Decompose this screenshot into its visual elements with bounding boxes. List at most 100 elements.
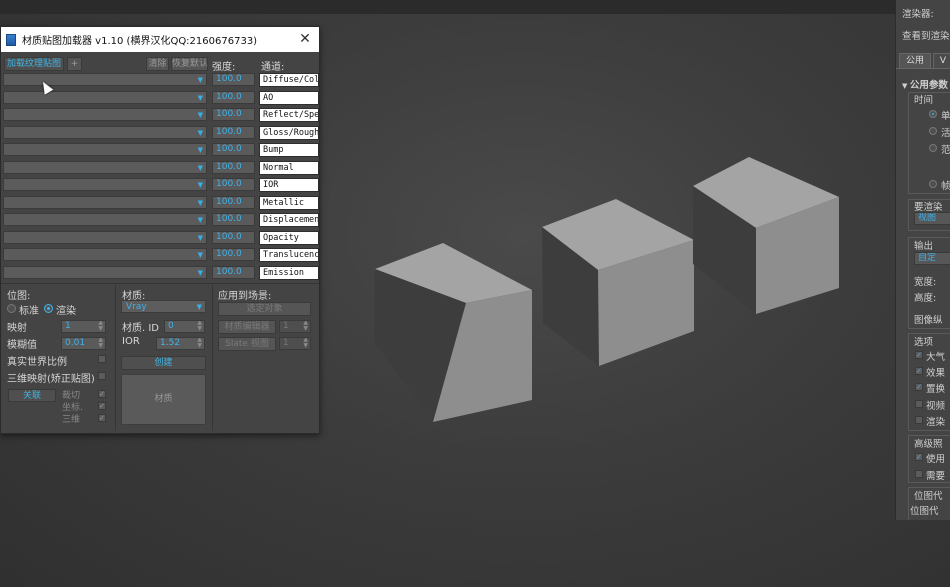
channel-name-field[interactable]: Reflect/Spe	[259, 108, 319, 122]
channel-name-field[interactable]: Bump	[259, 143, 319, 157]
radio-range[interactable]	[929, 144, 937, 152]
mapping-value: 1	[65, 321, 71, 331]
texture-dropdown[interactable]: ▼	[3, 143, 207, 156]
texture-dropdown[interactable]: ▼	[3, 126, 207, 139]
channel-name-field[interactable]: IOR	[259, 178, 319, 192]
strength-spinner[interactable]: 100.0	[212, 143, 255, 156]
channel-name-field[interactable]: Opacity	[259, 231, 319, 245]
compute-advanced-checkbox[interactable]	[915, 470, 923, 478]
radio-standard[interactable]	[7, 304, 16, 313]
material-type-dropdown[interactable]: Vray ▼	[121, 300, 206, 313]
aspect-label: 图像纵	[914, 315, 943, 326]
matid-spinner[interactable]: 0 ▲ ▼	[164, 320, 205, 333]
channel-name-field[interactable]: Diffuse/Col	[259, 73, 319, 87]
channel-name-field[interactable]: Translucenc	[259, 248, 319, 262]
cube-2[interactable]	[542, 199, 694, 366]
radio-single[interactable]	[929, 110, 937, 118]
dropdown-arrow-icon: ▼	[197, 164, 203, 172]
spinner-arrows-icon: ▲ ▼	[303, 337, 308, 349]
strength-spinner[interactable]: 100.0	[212, 196, 255, 209]
strength-spinner[interactable]: 100.0	[212, 126, 255, 139]
texture-dropdown[interactable]: ▼	[3, 213, 207, 226]
realworld-checkbox[interactable]	[98, 355, 106, 363]
channel-name-field[interactable]: Gloss/Rough	[259, 126, 319, 140]
link-button[interactable]: 关联	[8, 389, 56, 402]
channel-name-field[interactable]: Emission	[259, 266, 319, 280]
dialog-titlebar[interactable]: 材质贴图加载器 v1.10 (横界汉化QQ:2160676733) ✕	[1, 27, 319, 52]
crop-checkbox[interactable]: ✓	[98, 390, 106, 398]
tab-v[interactable]: V	[933, 53, 950, 68]
displacement-checkbox[interactable]: ✓	[915, 383, 923, 391]
texture-dropdown[interactable]: ▼	[3, 231, 207, 244]
strength-spinner[interactable]: 100.0	[212, 73, 255, 86]
rollout-common-params[interactable]: ▼ 公用参数	[902, 77, 948, 91]
clear-button[interactable]: 清除	[146, 57, 169, 71]
strength-spinner[interactable]: 100.0	[212, 266, 255, 279]
divider	[115, 285, 116, 431]
output-size-dropdown[interactable]: 自定	[914, 252, 950, 265]
texture-dropdown[interactable]: ▼	[3, 248, 207, 261]
radio-render[interactable]	[44, 304, 53, 313]
channel-name-field[interactable]: Metallic	[259, 196, 319, 210]
triplanar-checkbox[interactable]	[98, 372, 106, 380]
time-output-label: 时间	[914, 95, 934, 106]
material-editor-button[interactable]: 材质编辑器	[218, 320, 276, 334]
strength-spinner[interactable]: 100.0	[212, 178, 255, 191]
create-button[interactable]: 创建	[121, 356, 206, 370]
material-editor-slot-spinner[interactable]: 1 ▲ ▼	[279, 320, 311, 333]
selected-objects-button[interactable]: 选定对象	[218, 302, 311, 316]
strength-spinner[interactable]: 100.0	[212, 213, 255, 226]
add-button[interactable]: +	[67, 57, 82, 71]
dropdown-arrow-icon: ▼	[197, 129, 203, 137]
load-textures-button[interactable]: 加载纹理贴图	[4, 57, 64, 71]
channel-name-field[interactable]: AO	[259, 91, 319, 105]
use-advanced-checkbox[interactable]: ✓	[915, 453, 923, 461]
texture-dropdown[interactable]: ▼	[3, 108, 207, 121]
radio-active[interactable]	[929, 127, 937, 135]
strength-spinner[interactable]: 100.0	[212, 108, 255, 121]
atmospherics-checkbox[interactable]: ✓	[915, 351, 923, 359]
strength-spinner[interactable]: 100.0	[212, 91, 255, 104]
spinner-arrows-icon: ▲ ▼	[98, 320, 103, 332]
texture-dropdown[interactable]: ▼	[3, 178, 207, 191]
area-dropdown[interactable]: 视图	[914, 212, 950, 225]
dropdown-arrow-icon: ▼	[196, 303, 202, 311]
dropdown-arrow-icon: ▼	[197, 199, 203, 207]
cube-3[interactable]	[693, 157, 839, 314]
spinner-arrows-icon: ▲ ▼	[197, 337, 202, 349]
app-icon	[6, 33, 16, 46]
top-toolbar-strip	[0, 0, 950, 14]
strength-spinner[interactable]: 100.0	[212, 248, 255, 261]
strength-spinner[interactable]: 100.0	[212, 231, 255, 244]
texture-dropdown[interactable]: ▼	[3, 91, 207, 104]
tab-common[interactable]: 公用	[899, 53, 931, 68]
render-hidden-checkbox[interactable]	[915, 416, 923, 424]
texture-dropdown[interactable]: ▼	[3, 161, 207, 174]
viewport[interactable]	[320, 14, 895, 587]
mapping-spinner[interactable]: 1 ▲ ▼	[61, 320, 106, 333]
texture-dropdown[interactable]: ▼	[3, 196, 207, 209]
strength-spinner[interactable]: 100.0	[212, 161, 255, 174]
slate-view-button[interactable]: Slate 视图	[218, 337, 276, 351]
channel-name-field[interactable]: Displacemen	[259, 213, 319, 227]
render-setup-panel: 渲染器: 查看到渲染 公用 V ▼ 公用参数 时间 单 活 范 帧 要渲染 视图…	[895, 0, 950, 520]
height-label: 高度:	[914, 293, 937, 304]
ior-spinner[interactable]: 1.52 ▲ ▼	[156, 337, 205, 350]
matid-value: 0	[168, 321, 174, 331]
video-checkbox[interactable]	[915, 400, 923, 408]
tri-checkbox[interactable]: ✓	[98, 414, 106, 422]
coord-checkbox[interactable]: ✓	[98, 402, 106, 410]
radio-active-label: 活	[941, 128, 950, 139]
collapse-icon: ▼	[902, 82, 910, 90]
channel-name-field[interactable]: Normal	[259, 161, 319, 175]
texture-dropdown[interactable]: ▼	[3, 266, 207, 279]
radio-frames[interactable]	[929, 180, 937, 188]
texture-dropdown[interactable]: ▼	[3, 73, 207, 86]
cube-1[interactable]	[374, 243, 532, 422]
slate-slot-spinner[interactable]: 1 ▲ ▼	[279, 337, 311, 350]
close-icon[interactable]: ✕	[297, 31, 313, 47]
material-preview-button[interactable]: 材质	[121, 374, 206, 425]
effects-checkbox[interactable]: ✓	[915, 367, 923, 375]
reset-defaults-button[interactable]: 恢复默认	[171, 57, 208, 71]
blur-spinner[interactable]: 0.01 ▲ ▼	[61, 337, 106, 350]
